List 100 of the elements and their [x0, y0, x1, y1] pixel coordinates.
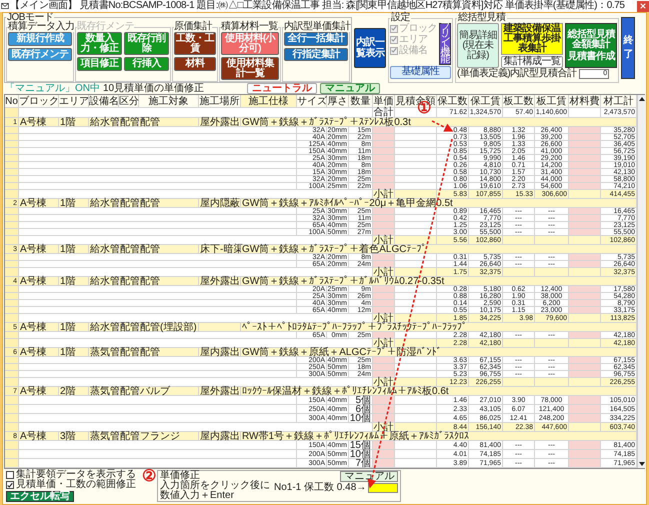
- structure-list-button[interactable]: 集計構成一覧: [501, 56, 563, 68]
- toolbar-button[interactable]: 使用材料集計一覧: [221, 57, 279, 80]
- list-view-button[interactable]: 内訳一覧表示: [354, 28, 386, 68]
- exit-button[interactable]: 終了: [621, 17, 635, 79]
- material-cost-cell[interactable]: [569, 127, 601, 134]
- material-cost-cell[interactable]: [569, 141, 601, 148]
- unit-price-cell[interactable]: [373, 254, 395, 261]
- unit-price-cell[interactable]: [373, 332, 395, 339]
- material-cost-cell[interactable]: [569, 300, 601, 307]
- material-cost-cell[interactable]: [569, 215, 601, 222]
- scroll-down-icon[interactable]: [638, 460, 646, 468]
- unit-price-cell[interactable]: [373, 300, 395, 307]
- material-cost-cell[interactable]: [569, 286, 601, 293]
- unit-price-cell[interactable]: [373, 127, 395, 134]
- toolbar-button[interactable]: 行指定集計: [284, 48, 348, 61]
- table-cell: [395, 236, 437, 245]
- unit-price-cell[interactable]: [373, 134, 395, 141]
- material-cost-cell[interactable]: [569, 183, 601, 190]
- material-cost-cell[interactable]: [569, 176, 601, 183]
- excel-export-button[interactable]: エクセル転写: [6, 491, 74, 502]
- table-cell: A号棟: [19, 245, 59, 254]
- unit-price-cell[interactable]: [373, 441, 395, 450]
- material-cost-cell[interactable]: [569, 254, 601, 261]
- checkbox[interactable]: [6, 471, 14, 479]
- unit-price-cell[interactable]: [373, 450, 395, 459]
- material-cost-cell[interactable]: [569, 134, 601, 141]
- material-cost-cell[interactable]: [569, 450, 601, 459]
- table-cell: [395, 405, 437, 414]
- group-label: 原価集計: [174, 22, 212, 32]
- close-icon[interactable]: [640, 3, 646, 9]
- unit-price-cell[interactable]: [373, 215, 395, 222]
- subtotal-label: 小計: [373, 378, 395, 387]
- material-cost-cell[interactable]: [569, 229, 601, 236]
- material-cost-cell[interactable]: [569, 405, 601, 414]
- subtotal-label: 小計: [373, 268, 395, 277]
- unit-price-cell[interactable]: [373, 162, 395, 169]
- unit-price-cell[interactable]: [373, 141, 395, 148]
- material-cost-cell[interactable]: [569, 169, 601, 176]
- unit-price-cell[interactable]: [373, 371, 395, 378]
- material-cost-cell[interactable]: [569, 293, 601, 300]
- unit-price-cell[interactable]: [373, 222, 395, 229]
- material-cost-cell[interactable]: [569, 364, 601, 371]
- material-cost-cell[interactable]: [569, 307, 601, 314]
- unit-price-cell[interactable]: [373, 286, 395, 293]
- material-cost-cell[interactable]: [569, 162, 601, 169]
- close-button[interactable]: [637, 0, 649, 12]
- material-cost-cell[interactable]: [569, 148, 601, 155]
- unit-price-cell[interactable]: [373, 396, 395, 405]
- checkbox[interactable]: [6, 481, 14, 489]
- unit-price-cell[interactable]: [373, 293, 395, 300]
- toolbar-button[interactable]: 既存行メンテ: [8, 48, 72, 61]
- unit-price-cell[interactable]: [373, 183, 395, 190]
- toolbar-button[interactable]: 材料: [174, 57, 216, 70]
- unit-price-cell[interactable]: [373, 357, 395, 364]
- unit-price-cell[interactable]: [373, 414, 395, 423]
- table-cell: 配管: [119, 199, 139, 208]
- material-cost-cell[interactable]: [569, 441, 601, 450]
- estimate-total-button[interactable]: 総括型見積金額集計 見積書作成: [565, 23, 617, 68]
- manual-button[interactable]: マニュアル: [340, 471, 398, 482]
- material-cost-cell[interactable]: [569, 208, 601, 215]
- material-cost-cell[interactable]: [569, 396, 601, 405]
- toolbar-button[interactable]: 新規行作成: [8, 32, 72, 46]
- value-input-field[interactable]: [368, 483, 398, 493]
- unit-price-cell[interactable]: [373, 364, 395, 371]
- table-cell: [395, 268, 437, 277]
- table-cell: 屋内隠蔽: [199, 199, 241, 208]
- material-cost-cell[interactable]: [569, 222, 601, 229]
- print-button[interactable]: プリント機能: [439, 23, 451, 65]
- material-cost-cell[interactable]: [569, 155, 601, 162]
- unit-price-cell[interactable]: [373, 148, 395, 155]
- base-attribute-button[interactable]: 基礎属性: [390, 66, 451, 79]
- column-header: 板工数: [503, 95, 535, 108]
- unit-price-cell[interactable]: [373, 307, 395, 314]
- material-cost-cell[interactable]: [569, 459, 601, 468]
- material-cost-cell[interactable]: [569, 261, 601, 268]
- unit-price-cell[interactable]: [373, 155, 395, 162]
- scrollbar[interactable]: [637, 95, 646, 468]
- target-text: No1-1 保工数 0.48→: [274, 483, 366, 493]
- material-cost-cell[interactable]: [569, 357, 601, 364]
- unit-price-cell[interactable]: [373, 229, 395, 236]
- scroll-up-icon[interactable]: [638, 95, 646, 103]
- unit-price-cell[interactable]: [373, 459, 395, 468]
- material-cost-cell[interactable]: [569, 414, 601, 423]
- material-cost-cell[interactable]: [569, 371, 601, 378]
- table-cell: 屋外露出: [199, 118, 241, 127]
- mode-button[interactable]: ニュートラル: [247, 83, 318, 94]
- toolbar-button[interactable]: 全行一括集計: [284, 32, 348, 46]
- group-label: 内訳型単価集計: [284, 22, 350, 32]
- unit-price-cell[interactable]: [373, 261, 395, 268]
- unit-price-cell[interactable]: [373, 208, 395, 215]
- simple-detail-button[interactable]: 簡易詳細(現在未記録): [457, 23, 499, 68]
- material-cost-cell[interactable]: [569, 332, 601, 339]
- row-number-cell: [5, 450, 19, 459]
- unit-price-cell[interactable]: [373, 169, 395, 176]
- tally-button[interactable]: 建築設備保温工事積算歩掛表集計: [501, 23, 563, 55]
- toolbar-button[interactable]: 工数・工賃: [174, 32, 216, 55]
- unit-price-cell[interactable]: [373, 176, 395, 183]
- unit-price-cell[interactable]: [373, 405, 395, 414]
- mode-button[interactable]: マニュアル: [320, 83, 380, 94]
- toolbar-button[interactable]: 使用材料(小分可): [221, 32, 279, 55]
